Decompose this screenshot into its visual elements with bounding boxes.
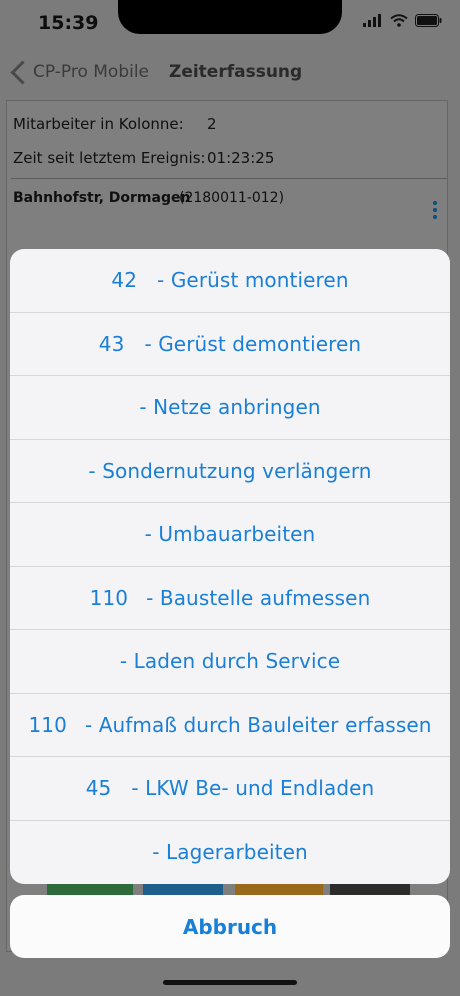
site-code: (2180011-012) — [179, 190, 285, 206]
status-icons — [363, 14, 442, 27]
elapsed-label: Zeit seit letztem Ereignis: — [13, 149, 206, 167]
action-item-label: - Umbauarbeiten — [144, 522, 316, 547]
action-item-label: - Gerüst montieren — [157, 268, 349, 293]
action-item-label: - Lagerarbeiten — [152, 840, 308, 865]
action-item-number: 43 — [98, 331, 125, 356]
back-button[interactable]: CP-Pro Mobile — [33, 62, 149, 82]
action-item-label: - Laden durch Service — [119, 649, 341, 674]
home-indicator — [163, 980, 297, 985]
action-item-number: 45 — [85, 776, 112, 801]
page-title: Zeiterfassung — [169, 62, 303, 82]
more-options-icon[interactable] — [433, 201, 437, 219]
wifi-icon — [390, 14, 408, 27]
elapsed-value: 01:23:25 — [207, 149, 275, 167]
action-item-label: - Baustelle aufmessen — [146, 585, 371, 610]
cancel-button[interactable]: Abbruch — [10, 895, 450, 958]
site-name: Bahnhofstr, Dormagen — [13, 190, 191, 206]
action-item-label: - Gerüst demontieren — [144, 331, 362, 356]
action-item[interactable]: - Lagerarbeiten — [10, 821, 450, 885]
action-item-number: 110 — [89, 585, 129, 610]
action-item-label: - LKW Be- und Endladen — [131, 776, 375, 801]
action-item[interactable]: - Umbauarbeiten — [10, 503, 450, 567]
action-item[interactable]: - Laden durch Service — [10, 630, 450, 694]
notch — [118, 0, 342, 34]
crew-label: Mitarbeiter in Kolonne: — [13, 115, 184, 133]
action-item-label: - Sondernutzung verlängern — [88, 458, 372, 483]
action-item-number: 42 — [111, 268, 138, 293]
action-item-label: - Netze anbringen — [139, 395, 321, 420]
status-time: 15:39 — [38, 12, 99, 34]
signal-icon — [363, 14, 381, 27]
action-item[interactable]: - Netze anbringen — [10, 376, 450, 440]
action-item[interactable]: 45 - LKW Be- und Endladen — [10, 757, 450, 821]
crew-value: 2 — [207, 115, 217, 133]
action-item-number: 110 — [28, 712, 67, 737]
action-item-label: - Aufmaß durch Bauleiter erfassen — [84, 712, 432, 737]
status-bar: 15:39 — [0, 0, 460, 50]
action-item[interactable]: 42 - Gerüst montieren — [10, 249, 450, 313]
action-item[interactable]: - Sondernutzung verlängern — [10, 440, 450, 503]
action-item[interactable]: 43 - Gerüst demontieren — [10, 313, 450, 376]
action-sheet: 42 - Gerüst montieren 43 - Gerüst demontie… — [10, 249, 450, 884]
battery-icon — [415, 14, 442, 27]
action-item[interactable]: 110 - Aufmaß durch Bauleiter erfassen — [10, 694, 450, 757]
action-item[interactable]: 110 - Baustelle aufmessen — [10, 567, 450, 630]
screen: 15:39 CP-Pro Mobile Zeiterfassung Mitarb… — [0, 0, 460, 996]
back-chevron-icon[interactable] — [10, 60, 35, 85]
divider — [11, 178, 447, 179]
navigation-bar: CP-Pro Mobile Zeiterfassung — [0, 50, 460, 98]
